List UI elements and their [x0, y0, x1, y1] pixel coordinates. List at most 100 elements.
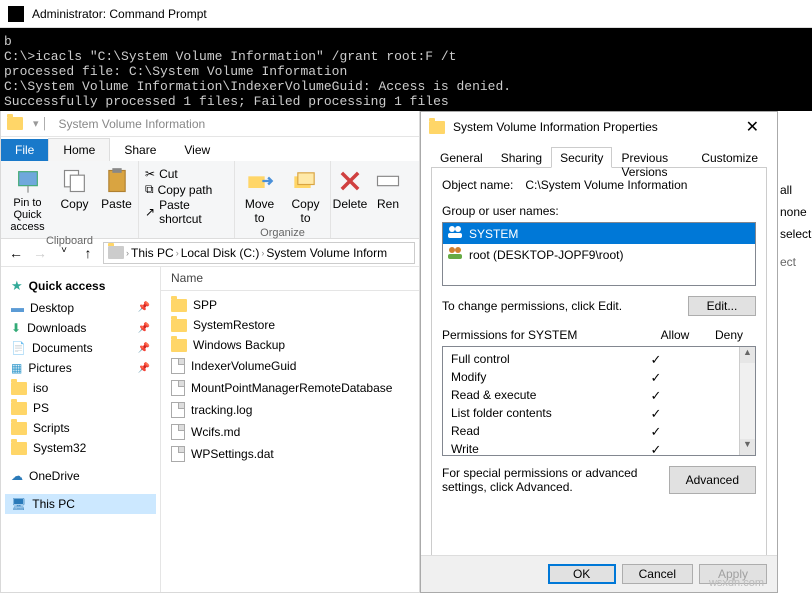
- clipped-explorer-right: all none selecti ect: [778, 141, 812, 273]
- user-list[interactable]: SYSTEM root (DESKTOP-JOPF9\root): [442, 222, 756, 286]
- paste-button[interactable]: Paste: [99, 165, 135, 235]
- user-list-item[interactable]: root (DESKTOP-JOPF9\root): [443, 244, 755, 265]
- scrollbar[interactable]: ▲ ▼: [739, 347, 755, 455]
- column-header-name[interactable]: Name: [161, 267, 419, 291]
- list-item-label: MountPointManagerRemoteDatabase: [191, 381, 392, 395]
- select-all-clipped[interactable]: all: [778, 179, 812, 201]
- cmd-output[interactable]: b C:\>icacls "C:\System Volume Informati…: [0, 28, 812, 111]
- objectname-value: C:\System Volume Information: [525, 178, 687, 192]
- copypath-button[interactable]: ⧉Copy path: [145, 182, 228, 197]
- permission-name: Read: [451, 424, 631, 440]
- allow-check: ✓: [631, 442, 681, 458]
- tab-share[interactable]: Share: [110, 139, 170, 161]
- select-none-clipped[interactable]: none: [778, 201, 812, 223]
- user-name: SYSTEM: [469, 227, 518, 241]
- copyto-button[interactable]: Copy to: [286, 165, 326, 227]
- back-button[interactable]: ←: [5, 245, 27, 261]
- permissions-list: Full control✓Modify✓Read & execute✓List …: [442, 346, 756, 456]
- tab-previous-versions[interactable]: Previous Versions: [612, 147, 692, 168]
- tree-documents[interactable]: 📄Documents📌: [5, 338, 156, 358]
- pasteshortcut-button[interactable]: ↗Paste shortcut: [145, 198, 228, 226]
- forward-button[interactable]: →: [29, 245, 51, 261]
- tree-scripts[interactable]: Scripts: [5, 418, 156, 438]
- advanced-button[interactable]: Advanced: [669, 466, 756, 494]
- list-item-label: Wcifs.md: [191, 425, 240, 439]
- deny-check: [681, 388, 731, 404]
- permission-row: Read & execute✓: [451, 387, 731, 405]
- tab-view[interactable]: View: [170, 139, 224, 161]
- star-icon: ★: [11, 278, 23, 294]
- copy-icon: [61, 167, 89, 195]
- tree-iso[interactable]: iso: [5, 378, 156, 398]
- dialog-titlebar[interactable]: System Volume Information Properties ✕: [421, 112, 777, 142]
- tree-downloads[interactable]: ⬇Downloads📌: [5, 318, 156, 338]
- permission-name: List folder contents: [451, 406, 631, 422]
- moveto-button[interactable]: Move to: [240, 165, 280, 227]
- tab-sharing[interactable]: Sharing: [492, 147, 551, 168]
- tree-desktop[interactable]: ▬Desktop📌: [5, 297, 156, 318]
- file-list[interactable]: SPPSystemRestoreWindows BackupIndexerVol…: [161, 291, 419, 469]
- tree-onedrive[interactable]: ☁OneDrive: [5, 466, 156, 486]
- recent-button[interactable]: ˅: [53, 245, 75, 261]
- cmd-title-text: Administrator: Command Prompt: [32, 7, 207, 21]
- tab-security[interactable]: Security: [551, 147, 612, 168]
- cmd-icon: [8, 6, 24, 22]
- ribbon-tabs: File Home Share View: [1, 137, 419, 161]
- folder-icon: [7, 117, 23, 130]
- deny-header: Deny: [702, 328, 756, 342]
- dialog-title: System Volume Information Properties: [453, 120, 658, 134]
- deny-check: [681, 406, 731, 422]
- pin-quickaccess-button[interactable]: Pin to Quick access: [5, 165, 51, 235]
- list-item[interactable]: Windows Backup: [161, 335, 419, 355]
- tree-system32[interactable]: System32: [5, 438, 156, 458]
- list-item[interactable]: SPP: [161, 295, 419, 315]
- tab-file[interactable]: File: [1, 139, 48, 161]
- crumb-thispc[interactable]: This PC: [131, 246, 174, 260]
- cancel-button[interactable]: Cancel: [622, 564, 693, 584]
- close-button[interactable]: ✕: [736, 115, 769, 139]
- tree-quickaccess[interactable]: ★Quick access: [5, 275, 156, 297]
- crumb-localdisk[interactable]: Local Disk (C:): [181, 246, 260, 260]
- scroll-up[interactable]: ▲: [740, 347, 755, 363]
- tab-customize[interactable]: Customize: [692, 147, 767, 168]
- ok-button[interactable]: OK: [548, 564, 616, 584]
- onedrive-icon: ☁: [11, 469, 23, 483]
- watermark: wsxdn.com: [709, 577, 764, 589]
- change-permissions-text: To change permissions, click Edit.: [442, 299, 688, 313]
- breadcrumb-bar[interactable]: › This PC › Local Disk (C:) › System Vol…: [103, 242, 415, 264]
- explorer-titlebar[interactable]: ▾ │ System Volume Information: [1, 111, 419, 137]
- tree-ps[interactable]: PS: [5, 398, 156, 418]
- allow-check: ✓: [631, 388, 681, 404]
- folder-icon: [171, 299, 187, 312]
- cmd-titlebar[interactable]: Administrator: Command Prompt: [0, 0, 812, 28]
- nav-tree[interactable]: ★Quick access ▬Desktop📌 ⬇Downloads📌 📄Doc…: [1, 267, 161, 592]
- edit-button[interactable]: Edit...: [688, 296, 756, 316]
- tree-thispc[interactable]: 🖥This PC: [5, 494, 156, 514]
- crumb-svi[interactable]: System Volume Inform: [266, 246, 387, 260]
- delete-button[interactable]: Delete: [332, 165, 368, 213]
- list-item[interactable]: Wcifs.md: [161, 421, 419, 443]
- scroll-down[interactable]: ▼: [740, 439, 755, 455]
- documents-icon: 📄: [11, 341, 26, 355]
- tab-home[interactable]: Home: [48, 138, 110, 161]
- rename-button[interactable]: Ren: [374, 165, 402, 213]
- deny-check: [681, 424, 731, 440]
- copy-button[interactable]: Copy: [57, 165, 93, 235]
- allow-check: ✓: [631, 406, 681, 422]
- permission-name: Read & execute: [451, 388, 631, 404]
- command-prompt-window: Administrator: Command Prompt b C:\>icac…: [0, 0, 812, 111]
- pin-icon: 📌: [138, 363, 150, 374]
- invert-selection-clipped[interactable]: selecti: [778, 223, 812, 245]
- tree-pictures[interactable]: ▦Pictures📌: [5, 358, 156, 378]
- up-button[interactable]: ↑: [77, 245, 99, 261]
- list-item[interactable]: WPSettings.dat: [161, 443, 419, 465]
- list-item[interactable]: MountPointManagerRemoteDatabase: [161, 377, 419, 399]
- list-item[interactable]: tracking.log: [161, 399, 419, 421]
- tab-general[interactable]: General: [431, 147, 492, 168]
- list-item[interactable]: IndexerVolumeGuid: [161, 355, 419, 377]
- list-item[interactable]: SystemRestore: [161, 315, 419, 335]
- deny-check: [681, 442, 731, 458]
- file-icon: [171, 358, 185, 374]
- user-list-item[interactable]: SYSTEM: [443, 223, 755, 244]
- cut-button[interactable]: ✂Cut: [145, 167, 228, 181]
